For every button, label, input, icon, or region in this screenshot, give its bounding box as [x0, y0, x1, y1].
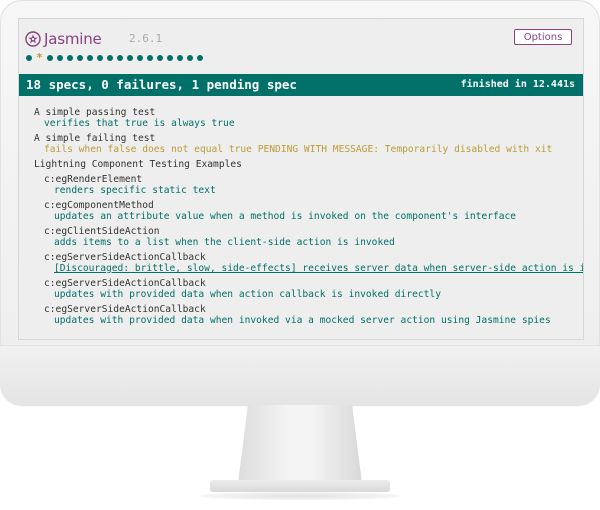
monitor-frame: Jasmine 2.6.1 Options * 18 specs, 0 fail… — [0, 0, 600, 406]
monitor-chin — [0, 345, 600, 406]
duration-text: finished in 12.441s — [460, 79, 575, 90]
spec-status-passed-symbol[interactable] — [147, 55, 153, 61]
spec-status-passed-symbol[interactable] — [127, 55, 133, 61]
suite-server-side-callback-3: c:egServerSideActionCallback updates wit… — [44, 304, 575, 326]
results-summary: A simple passing test verifies that true… — [34, 107, 583, 330]
nested-suites: c:egRenderElement renders specific stati… — [34, 174, 583, 326]
suite-name[interactable]: c:egRenderElement — [44, 174, 575, 185]
suite-name[interactable]: A simple passing test — [34, 107, 575, 118]
spec-status-passed-symbol[interactable] — [47, 55, 53, 61]
suite-name[interactable]: Lightning Component Testing Examples — [34, 159, 575, 170]
spec-passed-link[interactable]: [Discouraged: brittle, slow, side-effect… — [44, 263, 583, 274]
app-name: Jasmine — [44, 30, 102, 48]
suite-component-method: c:egComponentMethod updates an attribute… — [44, 200, 575, 222]
symbol-summary: * — [26, 52, 203, 63]
suite-name[interactable]: c:egClientSideAction — [44, 226, 575, 237]
suite-server-side-callback-1: c:egServerSideActionCallback [Discourage… — [44, 252, 583, 274]
monitor-stand-foot — [210, 480, 390, 492]
monitor-stand-neck — [238, 405, 362, 483]
spec-passed[interactable]: adds items to a list when the client-sid… — [44, 237, 575, 248]
spec-status-passed-symbol[interactable] — [157, 55, 163, 61]
suite-name[interactable]: A simple failing test — [34, 133, 575, 144]
spec-passed[interactable]: updates an attribute value when a method… — [44, 211, 575, 222]
spec-passed[interactable]: verifies that true is always true — [34, 118, 575, 129]
spec-status-passed-symbol[interactable] — [137, 55, 143, 61]
spec-status-passed-symbol[interactable] — [177, 55, 183, 61]
spec-status-passed-symbol[interactable] — [197, 55, 203, 61]
suite-render-element: c:egRenderElement renders specific stati… — [44, 174, 575, 196]
screen: Jasmine 2.6.1 Options * 18 specs, 0 fail… — [18, 18, 584, 340]
overall-result-bar: 18 specs, 0 failures, 1 pending spec fin… — [19, 74, 583, 96]
suite-server-side-callback-2: c:egServerSideActionCallback updates wit… — [44, 278, 575, 300]
jasmine-logo: Jasmine — [25, 30, 102, 48]
suite-name[interactable]: c:egServerSideActionCallback — [44, 252, 575, 263]
spec-status-passed-symbol[interactable] — [117, 55, 123, 61]
suite-name[interactable]: c:egServerSideActionCallback — [44, 304, 575, 315]
spec-status-passed-symbol[interactable] — [26, 55, 32, 61]
spec-status-passed-symbol[interactable] — [167, 55, 173, 61]
suite-name[interactable]: c:egComponentMethod — [44, 200, 575, 211]
jasmine-banner: Jasmine 2.6.1 Options — [25, 28, 583, 50]
spec-status-passed-symbol[interactable] — [77, 55, 83, 61]
suite-lightning: Lightning Component Testing Examples c:e… — [34, 159, 583, 326]
spec-status-passed-symbol[interactable] — [67, 55, 73, 61]
spec-status-passed-symbol[interactable] — [97, 55, 103, 61]
spec-passed[interactable]: updates with provided data when action c… — [44, 289, 575, 300]
version-label: 2.6.1 — [129, 32, 163, 45]
suite-client-side-action: c:egClientSideAction adds items to a lis… — [44, 226, 575, 248]
stand-shadow — [200, 492, 400, 500]
spec-status-pending-symbol[interactable]: * — [36, 52, 43, 63]
overall-result-text: 18 specs, 0 failures, 1 pending spec — [26, 77, 297, 92]
spec-pending[interactable]: fails when false does not equal true PEN… — [34, 144, 575, 155]
suite-passing: A simple passing test verifies that true… — [34, 107, 575, 129]
options-button[interactable]: Options — [514, 29, 572, 45]
suite-failing: A simple failing test fails when false d… — [34, 133, 575, 155]
spec-status-passed-symbol[interactable] — [187, 55, 193, 61]
suite-name[interactable]: c:egServerSideActionCallback — [44, 278, 575, 289]
spec-status-passed-symbol[interactable] — [57, 55, 63, 61]
jasmine-flower-icon — [25, 31, 41, 47]
spec-status-passed-symbol[interactable] — [87, 55, 93, 61]
spec-passed[interactable]: renders specific static text — [44, 185, 575, 196]
spec-status-passed-symbol[interactable] — [107, 55, 113, 61]
spec-passed[interactable]: updates with provided data when invoked … — [44, 315, 575, 326]
